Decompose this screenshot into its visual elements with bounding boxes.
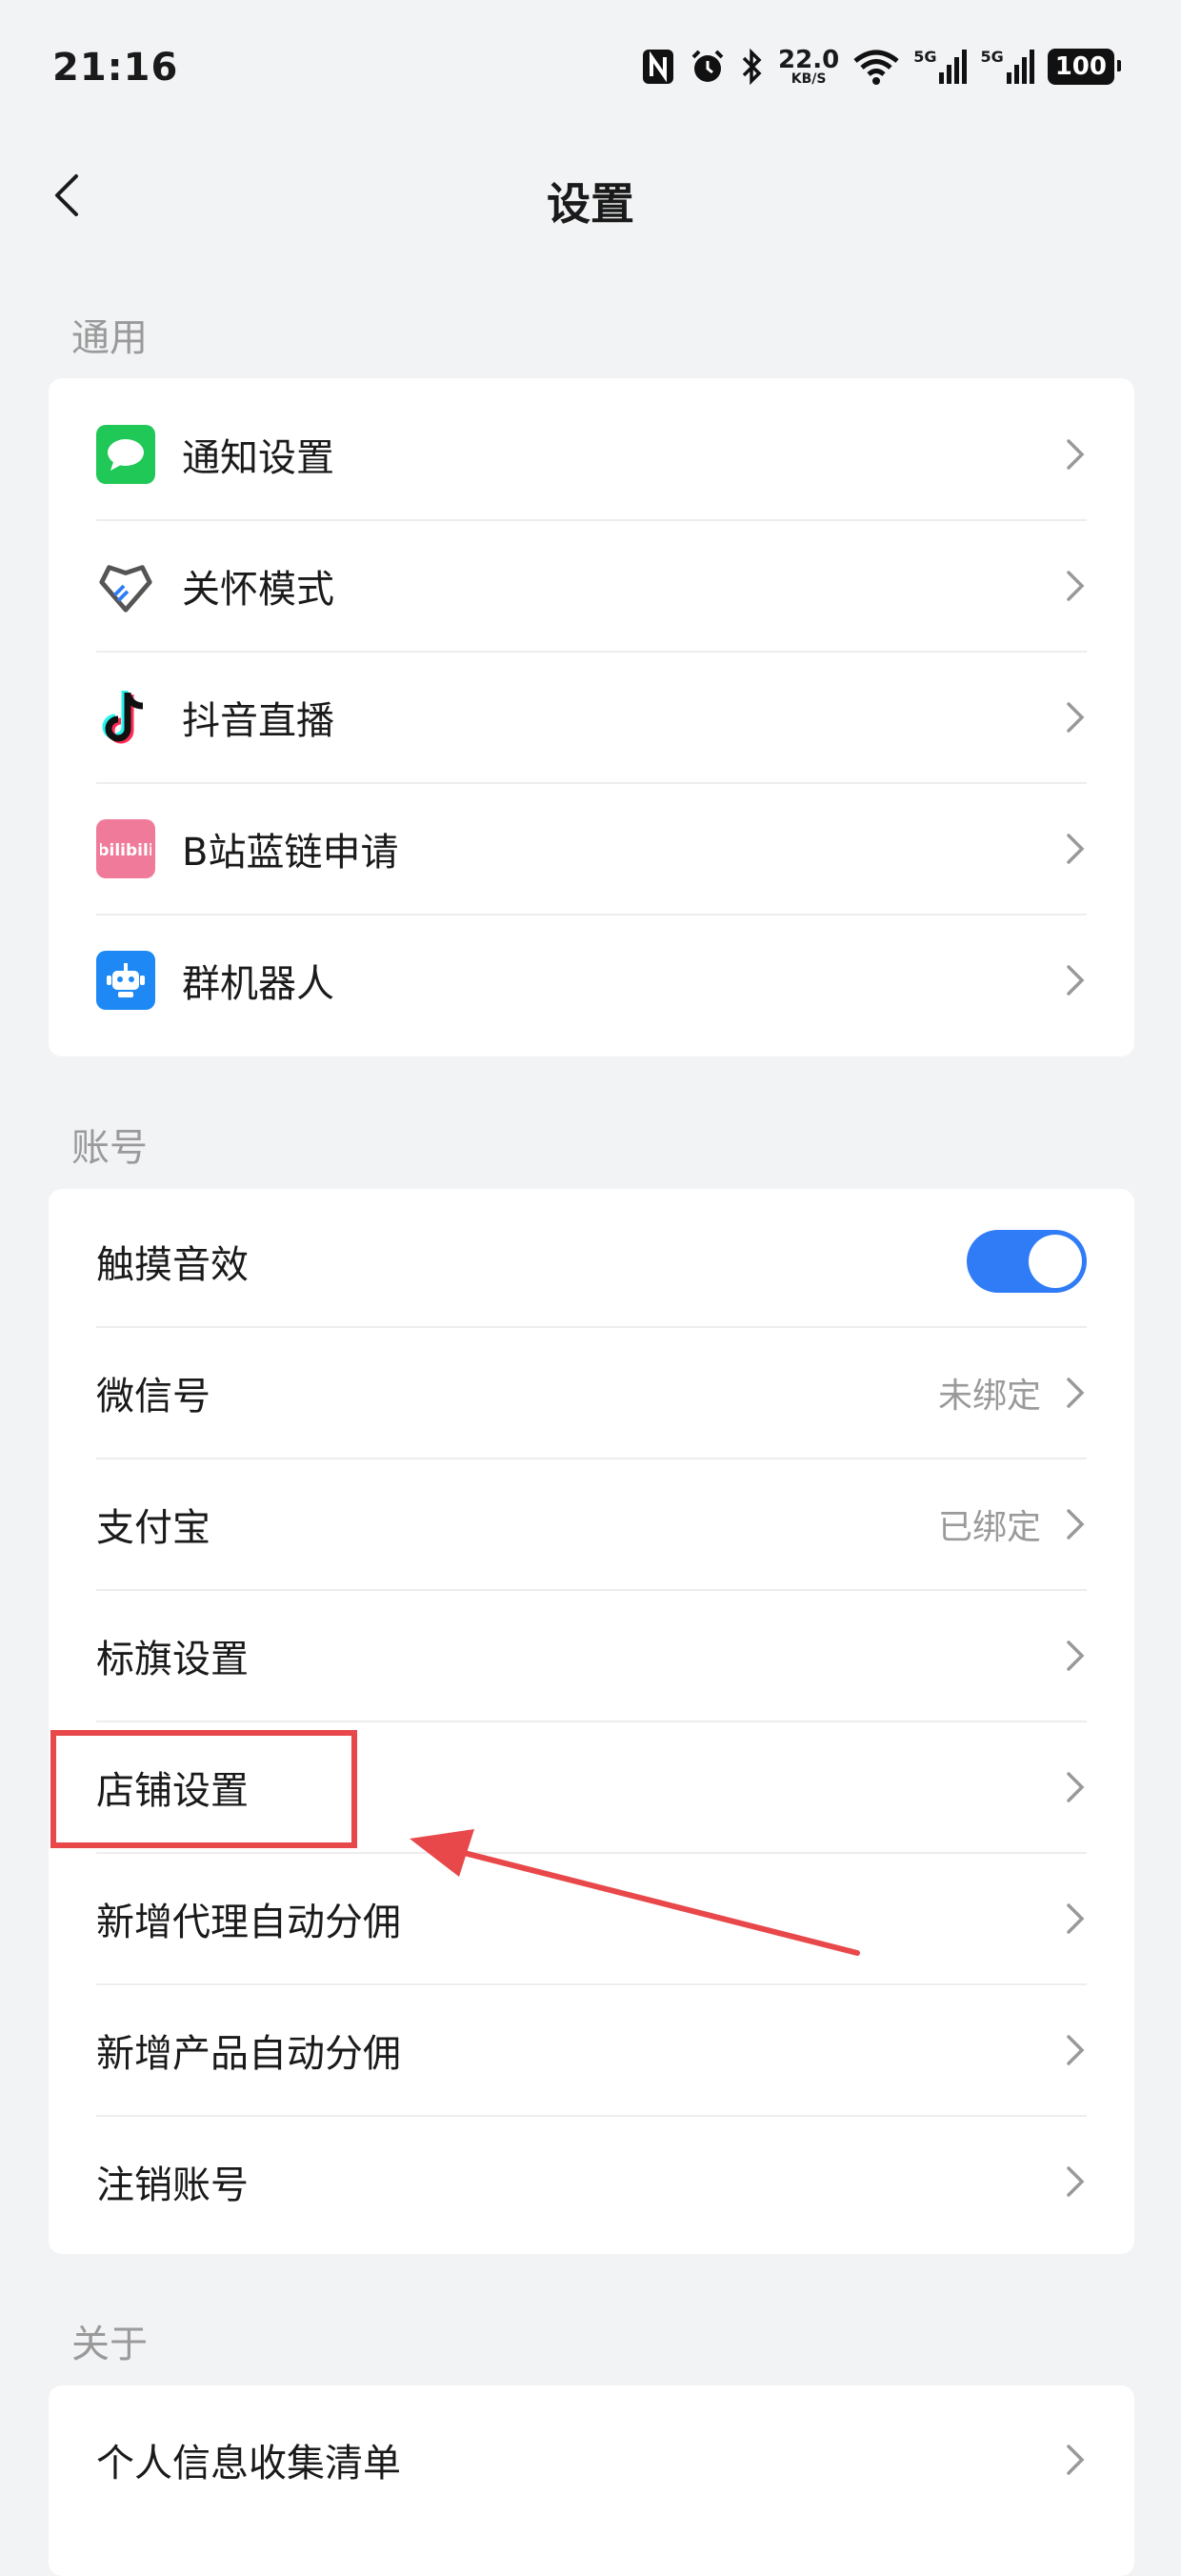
chevron-right-icon [1067,2166,1085,2197]
bilibili-icon: bilibili [96,819,155,878]
row-label: 微信号 [96,1375,210,1419]
chat-bubble-icon [96,425,155,484]
chevron-right-icon [1067,439,1085,470]
network-speed-value: 22.0 [778,46,840,74]
row-alipay[interactable]: 支付宝 已绑定 [96,1459,1087,1591]
row-label: B站蓝链申请 [182,831,399,875]
row-label: 注销账号 [96,2163,249,2207]
binding-status: 未绑定 [937,1377,1041,1416]
highlight-box [50,1730,357,1848]
section-label-about: 关于 [71,2323,148,2366]
status-icons: 22.0 KB/S 5G 5G 100 [641,48,1122,86]
chevron-right-icon [1067,1640,1085,1671]
robot-icon [96,951,155,1010]
row-label: 抖音直播 [182,699,334,743]
row-care-mode[interactable]: 关怀模式 [96,521,1087,653]
account-settings-card: 触摸音效 微信号 未绑定 支付宝 已绑定 标旗设置 店铺设置 新增代理自动分佣 … [49,1189,1134,2254]
signal-1-label: 5G [913,48,937,66]
row-product-auto-commission[interactable]: 新增产品自动分佣 [96,1985,1087,2117]
chevron-right-icon [1067,571,1085,601]
toggle-knob [1029,1235,1082,1288]
chevron-right-icon [1067,702,1085,733]
row-label: 触摸音效 [96,1243,249,1287]
tiktok-icon [96,688,155,747]
row-touch-sound: 触摸音效 [96,1197,1087,1328]
chevron-right-icon [1067,834,1085,864]
battery-indicator: 100 [1047,49,1122,85]
row-notification-settings[interactable]: 通知设置 [96,390,1087,521]
network-speed-unit: KB/S [791,71,827,87]
row-label: 群机器人 [182,962,334,1006]
section-label-account: 账号 [71,1126,148,1170]
heart-care-icon [96,556,155,615]
signal-icon-1: 5G [913,48,968,86]
row-label: 支付宝 [96,1506,210,1550]
row-label: 通知设置 [182,436,334,480]
chevron-right-icon [1067,2445,1085,2475]
svg-text:bilibili: bilibili [100,841,151,860]
touch-sound-toggle[interactable] [967,1230,1087,1293]
signal-2-label: 5G [980,48,1004,66]
row-flag-settings[interactable]: 标旗设置 [96,1591,1087,1722]
row-label: 新增产品自动分佣 [96,2032,401,2076]
chevron-right-icon [1067,1903,1085,1934]
row-label: 关怀模式 [182,568,334,612]
section-label-general: 通用 [71,316,148,360]
row-group-robot[interactable]: 群机器人 [96,916,1087,1045]
status-time: 21:16 [52,46,179,90]
status-bar: 21:16 22.0 KB/S 5G 5G 100 [0,0,1181,143]
navigation-bar: 设置 [0,143,1181,248]
row-wechat[interactable]: 微信号 未绑定 [96,1328,1087,1459]
row-label: 个人信息收集清单 [96,2442,401,2485]
network-speed: 22.0 KB/S [778,48,839,86]
bluetooth-icon [740,48,765,86]
chevron-right-icon [1067,2035,1085,2065]
chevron-right-icon [1067,1509,1085,1540]
chevron-right-icon [1067,965,1085,996]
page-title: 设置 [547,178,634,230]
row-label: 标旗设置 [96,1638,249,1681]
alarm-icon [689,48,727,86]
signal-icon-2: 5G [980,48,1034,86]
row-personal-info-list[interactable]: 个人信息收集清单 [96,2395,1087,2525]
wifi-icon [852,48,900,86]
binding-status: 已绑定 [937,1508,1041,1547]
row-cancel-account[interactable]: 注销账号 [96,2117,1087,2246]
annotation-arrow-icon [410,1829,860,1956]
row-douyin-live[interactable]: 抖音直播 [96,653,1087,784]
row-bilibili-link[interactable]: bilibili B站蓝链申请 [96,784,1087,916]
chevron-right-icon [1067,1772,1085,1802]
chevron-right-icon [1067,1378,1085,1408]
general-settings-card: 通知设置 关怀模式 抖音直播 bilibili B站蓝链申请 群机器人 [49,378,1134,1057]
about-settings-card: 个人信息收集清单 [49,2385,1134,2576]
nfc-icon [641,48,675,86]
